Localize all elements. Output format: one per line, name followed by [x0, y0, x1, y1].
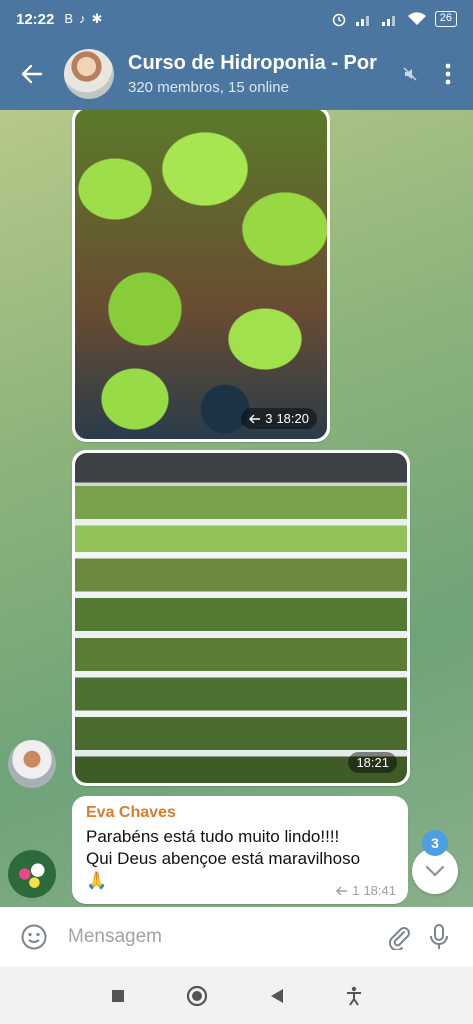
message-line: Qui Deus abençoe está maravilhoso: [86, 849, 361, 868]
app-icon: ✱: [91, 11, 103, 26]
message-time: 18:20: [276, 411, 309, 426]
back-button[interactable]: [0, 38, 64, 110]
sender-avatar-eva[interactable]: [8, 850, 56, 898]
forward-count: 3: [265, 411, 273, 426]
home-icon[interactable]: [186, 985, 208, 1007]
system-icons: 26: [331, 11, 457, 27]
recents-icon[interactable]: [110, 988, 126, 1004]
chat-info[interactable]: Curso de Hidroponia - Por 320 membros, 1…: [128, 52, 403, 96]
chat-subtitle: 320 membros, 15 online: [128, 79, 289, 96]
voice-button[interactable]: [419, 917, 459, 957]
b-icon: B: [64, 11, 74, 26]
lettuce-photo[interactable]: 3 18:20: [75, 110, 327, 439]
message-line: Parabéns está tudo muito lindo!!!!: [86, 827, 340, 846]
paperclip-icon: [388, 927, 410, 950]
signal-icon-2: [381, 16, 395, 26]
signal-icon: [355, 16, 369, 26]
photo-meta: 3 18:20: [241, 408, 317, 429]
photo-meta: 18:21: [348, 752, 397, 773]
photo-message-greenhouse[interactable]: 18:21: [72, 450, 410, 786]
emoji-icon: [21, 924, 47, 950]
chat-title: Curso de Hidroponia - Por: [128, 52, 377, 74]
message-input[interactable]: [54, 926, 379, 948]
more-options-button[interactable]: [423, 38, 473, 110]
muted-icon: [403, 67, 417, 81]
group-avatar[interactable]: [64, 49, 114, 99]
forward-icon: [249, 414, 261, 423]
forward-count: 1: [352, 883, 360, 898]
chevron-down-icon: [425, 865, 445, 877]
forward-icon: [336, 886, 348, 895]
status-bar: 12:22 B ♪ ✱ 26: [0, 0, 473, 38]
sender-name[interactable]: Eva Chaves: [86, 804, 394, 822]
greenhouse-photo[interactable]: 18:21: [75, 453, 407, 783]
notification-icons: B ♪ ✱: [64, 11, 102, 27]
chat-area[interactable]: 3 18:20 18:21 Eva Chaves Parabéns está t…: [0, 110, 473, 907]
back-arrow-icon: [21, 64, 43, 84]
message-input-bar: [0, 907, 473, 967]
system-nav-bar: [0, 967, 473, 1024]
photo-message-lettuce[interactable]: 3 18:20: [72, 110, 330, 442]
chat-header: Curso de Hidroponia - Por 320 membros, 1…: [0, 38, 473, 110]
status-time: 12:22: [16, 10, 55, 28]
battery-indicator: 26: [434, 11, 457, 27]
tiktok-icon: ♪: [79, 11, 86, 26]
back-nav-icon[interactable]: [269, 987, 285, 1005]
message-time: 18:21: [356, 755, 389, 770]
more-vert-icon: [445, 63, 451, 85]
unread-badge: 3: [422, 830, 448, 856]
accessibility-icon[interactable]: [345, 986, 363, 1006]
alarm-icon: [332, 13, 345, 27]
message-time: 18:41: [363, 883, 396, 898]
microphone-icon: [430, 924, 448, 949]
text-message[interactable]: Eva Chaves Parabéns está tudo muito lind…: [72, 796, 408, 904]
wifi-icon: [407, 12, 426, 25]
sender-avatar[interactable]: [8, 740, 56, 788]
message-meta: 1 18:41: [336, 883, 396, 898]
attach-button[interactable]: [379, 917, 419, 957]
emoji-button[interactable]: [14, 917, 54, 957]
